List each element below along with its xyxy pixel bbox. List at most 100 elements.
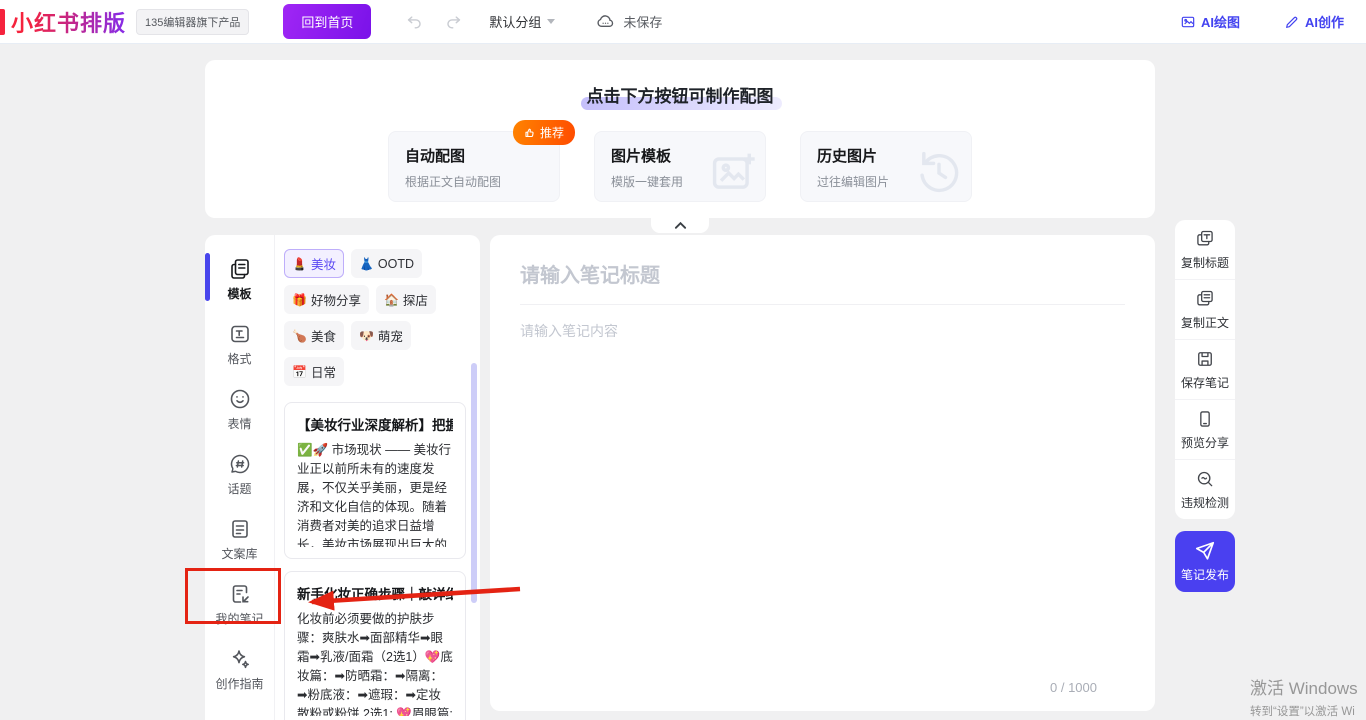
history-image-card[interactable]: 历史图片 过往编辑图片 [800,131,972,202]
action-label: 复制标题 [1181,254,1229,271]
category-label: 美食 [311,326,336,345]
sidebar-nav: 模板 格式 表情 [205,235,275,720]
sidebar-item-guide[interactable]: 创作指南 [205,641,274,706]
sidebar-item-label: 创作指南 [215,675,263,692]
left-panel: 模板 格式 表情 [205,235,480,720]
chevron-down-icon [547,19,555,24]
note-title-input[interactable]: 请输入笔记标题 [520,259,1125,288]
template-card-title: 【美妆行业深度解析】把握美... [297,414,453,434]
template-card[interactable]: 新手化妆正确步骤｜敲详细✨... 化妆前必须要做的护肤步骤：爽肤水➡面部精华➡眼… [284,571,466,720]
group-selector-label: 默认分组 [489,12,541,31]
category-ootd[interactable]: 👗 OOTD [351,249,422,278]
template-icon [228,257,252,281]
redo-icon[interactable] [444,12,463,31]
action-violation-check[interactable]: 违规检测 [1175,460,1235,519]
banner-title: 点击下方按钮可制作配图 [587,82,774,107]
publish-button[interactable]: 笔记发布 [1175,531,1235,592]
phone-icon [1195,409,1215,429]
sidebar-item-label: 模板 [227,285,251,302]
sidebar-item-topic[interactable]: 话题 [205,446,274,511]
note-pencil-icon [228,582,252,606]
sidebar-item-label: 格式 [227,350,251,367]
category-label: 美妆 [311,254,336,273]
sidebar-item-template[interactable]: 模板 [205,251,274,316]
publish-label: 笔记发布 [1181,566,1229,583]
watermark-line2: 转到“设置”以激活 Wi [1250,703,1366,719]
template-card-title: 新手化妆正确步骤｜敲详细✨... [297,583,453,603]
sidebar-item-library[interactable]: 文案库 [205,511,274,576]
sidebar-item-emoji[interactable]: 表情 [205,381,274,446]
save-status-label: 未保存 [623,12,662,31]
smiley-icon [228,387,252,411]
auto-image-title: 自动配图 [405,145,543,166]
brand-red-bar [0,9,5,35]
action-save-note[interactable]: 保存笔记 [1175,340,1235,400]
category-label: 探店 [403,290,428,309]
auto-image-card[interactable]: 推荐 自动配图 根据正文自动配图 [388,131,560,202]
list-scrollbar-thumb[interactable] [471,363,477,603]
action-copy-body[interactable]: 复制正文 [1175,280,1235,340]
logo-badge: 135编辑器旗下产品 [136,9,249,35]
document-icon [228,517,252,541]
ai-draw-icon [1180,14,1196,30]
calendar-icon: 📅 [292,365,307,379]
paper-plane-icon [1194,540,1216,562]
undo-icon[interactable] [405,12,424,31]
sidebar-item-label: 我的笔记 [215,610,263,627]
recommend-badge-label: 推荐 [540,124,564,141]
food-icon: 🍗 [292,329,307,343]
ai-draw-label: AI绘图 [1201,12,1240,31]
action-preview-share[interactable]: 预览分享 [1175,400,1235,460]
template-list-panel: 💄 美妆 👗 OOTD 🎁 好物分享 🏠 探店 🍗 美食 🐶 萌宠 [275,235,480,720]
house-icon: 🏠 [384,293,399,307]
template-card-body: 化妆前必须要做的护肤步骤：爽肤水➡面部精华➡眼霜➡乳液/面霜（2选1）💖底妆篇：… [297,610,453,716]
category-food[interactable]: 🍗 美食 [284,321,344,350]
action-label: 违规检测 [1181,494,1229,511]
category-tags: 💄 美妆 👗 OOTD 🎁 好物分享 🏠 探店 🍗 美食 🐶 萌宠 [284,249,466,386]
category-label: OOTD [378,257,414,271]
category-store[interactable]: 🏠 探店 [376,285,436,314]
sidebar-item-label: 表情 [227,415,251,432]
picture-plus-icon [707,146,759,198]
ai-create-icon [1284,14,1300,30]
note-content-input[interactable]: 请输入笔记内容 [520,321,1125,341]
dog-icon: 🐶 [359,329,374,343]
group-selector[interactable]: 默认分组 [489,12,555,31]
editor-divider [520,304,1125,305]
category-beauty[interactable]: 💄 美妆 [284,249,344,278]
recommend-badge: 推荐 [513,120,575,145]
copy-body-icon [1195,289,1215,309]
sidebar-item-label: 话题 [227,480,251,497]
cloud-sync-icon [595,11,616,32]
ai-draw-link[interactable]: AI绘图 [1180,12,1240,31]
windows-activation-watermark: 激活 Windows 转到“设置”以激活 Wi [1250,674,1366,719]
dress-icon: 👗 [359,257,374,271]
app-logo: 小红书排版 [11,6,126,38]
template-card[interactable]: 【美妆行业深度解析】把握美... ✅🚀 市场现状 —— 美妆行业正以前所未有的速… [284,402,466,559]
right-action-bar: 复制标题 复制正文 保存笔记 [1175,220,1235,592]
ai-create-link[interactable]: AI创作 [1284,12,1344,31]
copy-title-icon [1195,229,1215,249]
sidebar-item-format[interactable]: 格式 [205,316,274,381]
char-counter: 0 / 1000 [1050,680,1097,695]
category-label: 日常 [311,362,336,381]
image-template-card[interactable]: 图片模板 模版一键套用 [594,131,766,202]
sidebar-item-label: 文案库 [221,545,257,562]
template-card-body: ✅🚀 市场现状 —— 美妆行业正以前所未有的速度发展，不仅关乎美丽，更是经济和文… [297,441,453,547]
lipstick-icon: 💄 [292,257,307,271]
image-maker-panel: 点击下方按钮可制作配图 推荐 自动配图 根据正文自动配图 图片模板 模版一键套用 [205,60,1155,218]
category-goods[interactable]: 🎁 好物分享 [284,285,369,314]
sidebar-item-my-notes[interactable]: 我的笔记 [205,576,274,641]
category-pet[interactable]: 🐶 萌宠 [351,321,411,350]
save-icon [1195,349,1215,369]
ai-create-label: AI创作 [1305,12,1344,31]
category-label: 好物分享 [311,290,361,309]
collapse-panel-tab[interactable] [651,218,709,233]
thumbs-up-icon [524,127,536,139]
action-copy-title[interactable]: 复制标题 [1175,220,1235,280]
save-status: 未保存 [595,11,662,32]
category-daily[interactable]: 📅 日常 [284,357,344,386]
auto-image-subtitle: 根据正文自动配图 [405,173,543,190]
template-cards: 【美妆行业深度解析】把握美... ✅🚀 市场现状 —— 美妆行业正以前所未有的速… [284,402,466,720]
back-home-button[interactable]: 回到首页 [283,4,371,39]
